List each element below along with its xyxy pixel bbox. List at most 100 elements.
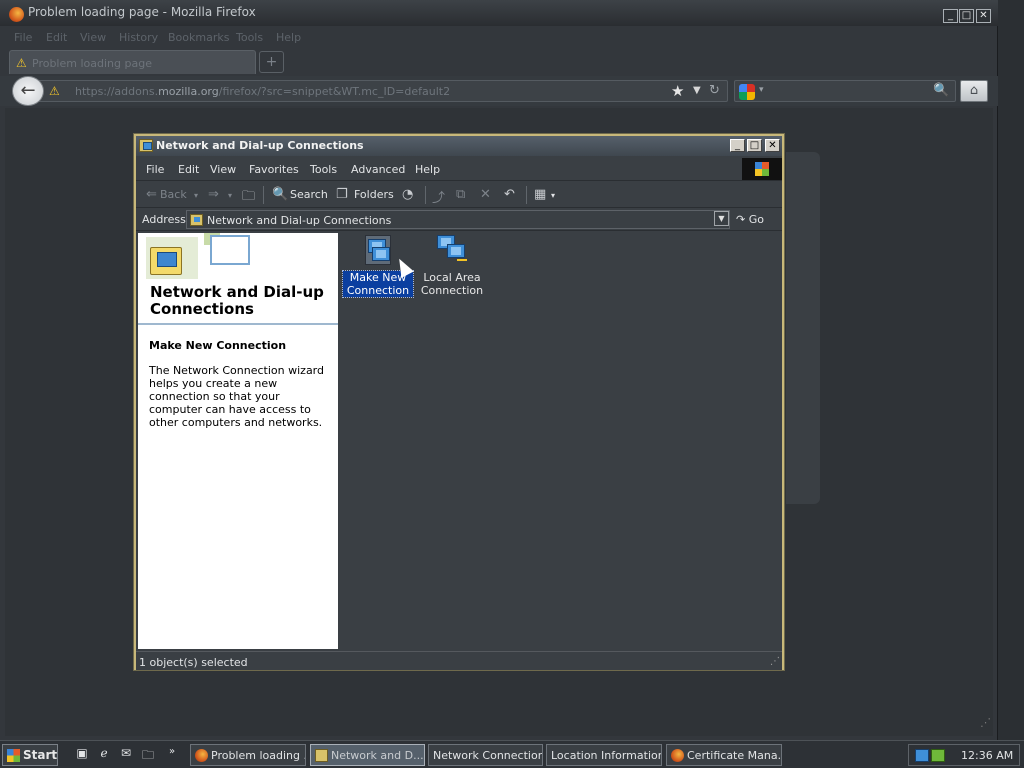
toolbar-separator [425, 186, 426, 204]
history-icon[interactable]: ◔ [402, 187, 413, 202]
forward-dropdown-icon[interactable]: ▾ [228, 191, 232, 200]
search-icon[interactable]: 🔍 [933, 83, 949, 98]
local-area-connection-item[interactable]: Local Area Connection [417, 235, 487, 297]
quick-launch-more-icon[interactable]: » [164, 746, 180, 762]
search-icon: 🔍 [272, 187, 289, 202]
back-dropdown-icon[interactable]: ▾ [194, 191, 198, 200]
site-warning-icon[interactable]: ⚠ [49, 84, 60, 98]
clock[interactable]: 12:36 AM [961, 749, 1013, 762]
local-area-connection-label: Local Area Connection [420, 271, 484, 297]
internet-explorer-icon[interactable]: ℯ [96, 746, 112, 762]
folders-icon: ❐ [336, 187, 348, 202]
search-bar[interactable]: ▾ 🔍 [734, 80, 956, 102]
network-connections-window: Network and Dial-up Connections _ □ ✕ Fi… [134, 134, 784, 670]
start-button[interactable]: Start [2, 744, 58, 766]
network-window-title-bar[interactable]: Network and Dial-up Connections _ □ ✕ [136, 136, 782, 156]
close-icon[interactable]: ✕ [976, 9, 991, 23]
windows-throbber [742, 158, 782, 180]
taskbar-item-certificate-manager[interactable]: Certificate Mana... [666, 744, 782, 766]
taskbar-item-label: Network Connection... [433, 749, 543, 762]
make-new-connection-icon [363, 235, 393, 265]
delete-icon[interactable]: ✕ [480, 187, 491, 202]
back-button[interactable]: Back [160, 188, 187, 201]
google-search-engine-icon[interactable] [739, 84, 755, 100]
undo-icon[interactable]: ↶ [504, 187, 515, 202]
info-panel-subheading: Make New Connection [149, 339, 287, 352]
maximize-icon[interactable]: □ [959, 9, 974, 23]
forward-arrow-icon[interactable]: ⇒ [208, 187, 219, 202]
url-bar[interactable]: ⚠ https://addons.mozilla.org/firefox/?sr… [38, 80, 728, 102]
info-panel-heading: Network and Dial-up Connections [150, 283, 324, 318]
network-status-icon[interactable] [915, 749, 929, 762]
views-dropdown-icon[interactable]: ▾ [551, 191, 555, 200]
minimize-icon[interactable]: _ [943, 9, 958, 23]
home-button[interactable]: ⌂ [960, 80, 988, 102]
up-folder-icon[interactable]: 🗀 [242, 187, 255, 209]
folders-button[interactable]: Folders [354, 188, 394, 201]
info-panel-banner: Network and Dial-up Connections [138, 233, 338, 325]
menu-edit[interactable]: Edit [178, 163, 199, 176]
firefox-tab[interactable]: ⚠ Problem loading page [9, 50, 256, 74]
back-arrow-icon: ⇐ [146, 187, 157, 202]
address-value: Network and Dial-up Connections [207, 214, 392, 227]
status-bar: 1 object(s) selected ⋰ [136, 651, 782, 670]
decorative-square [210, 235, 250, 265]
resize-grip-icon[interactable]: ⋰ [770, 656, 780, 667]
back-button[interactable]: ← [12, 76, 44, 106]
outlook-express-icon[interactable]: ✉ [118, 746, 134, 762]
taskbar-item-label: Problem loading ... [211, 749, 306, 762]
menu-help[interactable]: Help [276, 31, 301, 44]
menu-edit[interactable]: Edit [46, 31, 67, 44]
move-to-icon[interactable]: ⤴ [432, 187, 445, 206]
taskbar-item-network-and-dialup[interactable]: Network and D... [310, 744, 425, 766]
show-desktop-icon[interactable]: ▣ [74, 746, 90, 762]
network-toolbar: ⇐ Back ▾ ⇒ ▾ 🗀 🔍 Search ❐ Folders ◔ ⤴ ⧉ … [136, 182, 782, 208]
search-button[interactable]: Search [290, 188, 328, 201]
minimize-icon[interactable]: _ [730, 139, 745, 152]
menu-favorites[interactable]: Favorites [249, 163, 299, 176]
taskbar-item-network-connection[interactable]: Network Connection... [428, 744, 543, 766]
menu-tools[interactable]: Tools [310, 163, 337, 176]
menu-tools[interactable]: Tools [236, 31, 263, 44]
firefox-title-bar[interactable]: Problem loading page - Mozilla Firefox _… [0, 0, 998, 26]
taskbar-item-firefox[interactable]: Problem loading ... [190, 744, 306, 766]
menu-view[interactable]: View [210, 163, 236, 176]
menu-file[interactable]: File [146, 163, 164, 176]
info-panel-description: The Network Connection wizard helps you … [149, 364, 324, 429]
firefox-window-title: Problem loading page - Mozilla Firefox [28, 5, 256, 19]
firefox-logo-icon [9, 7, 24, 22]
menu-help[interactable]: Help [415, 163, 440, 176]
views-icon[interactable]: ▦ [534, 187, 546, 202]
url-text: https://addons.mozilla.org/firefox/?src=… [75, 85, 451, 98]
network-window-title: Network and Dial-up Connections [156, 139, 364, 152]
menu-advanced[interactable]: Advanced [351, 163, 405, 176]
firefox-icon [671, 749, 684, 762]
menu-bookmarks[interactable]: Bookmarks [168, 31, 229, 44]
search-engine-dropdown-icon[interactable]: ▾ [759, 85, 764, 95]
taskbar-item-label: Certificate Mana... [687, 749, 782, 762]
menu-view[interactable]: View [80, 31, 106, 44]
close-icon[interactable]: ✕ [765, 139, 780, 152]
tab-label: Problem loading page [32, 57, 152, 70]
menu-file[interactable]: File [14, 31, 32, 44]
taskbar-item-location-information[interactable]: Location Information [546, 744, 662, 766]
tray-app-icon[interactable] [931, 749, 945, 762]
new-tab-button[interactable]: + [259, 51, 284, 73]
windows-explorer-icon[interactable]: 🗀 [140, 746, 156, 762]
go-button[interactable]: ↷ Go [736, 213, 764, 226]
address-dropdown-icon[interactable]: ▼ [714, 211, 729, 226]
resize-grip-icon[interactable]: ⋰ [980, 716, 991, 729]
status-text: 1 object(s) selected [139, 656, 248, 669]
address-input[interactable]: Network and Dial-up Connections [186, 210, 730, 229]
maximize-icon[interactable]: □ [747, 139, 762, 152]
url-history-dropdown-icon[interactable]: ▼ [693, 85, 701, 96]
firefox-menu-bar: File Edit View History Bookmarks Tools H… [0, 28, 998, 48]
reload-icon[interactable]: ↻ [709, 83, 720, 98]
copy-to-icon[interactable]: ⧉ [456, 187, 465, 202]
menu-history[interactable]: History [119, 31, 158, 44]
network-folder-icon [139, 139, 153, 152]
web-view-info-panel: Network and Dial-up Connections Make New… [138, 233, 338, 649]
address-label: Address [142, 213, 186, 226]
bookmark-star-icon[interactable]: ★ [671, 82, 684, 100]
toolbar-separator [526, 186, 527, 204]
